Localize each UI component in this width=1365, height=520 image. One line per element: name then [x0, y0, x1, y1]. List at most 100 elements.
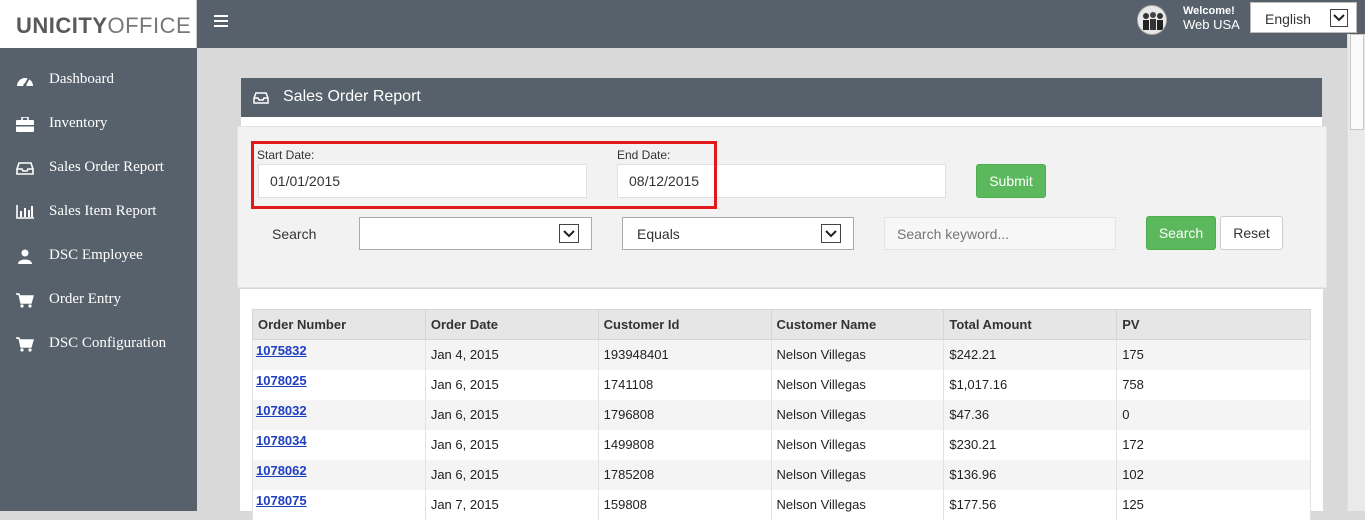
brand-logo: UNICITYOFFICE: [16, 13, 192, 38]
user-icon: [16, 248, 34, 264]
language-select[interactable]: English: [1250, 2, 1357, 33]
order-link[interactable]: 1078032: [256, 403, 307, 418]
sidebar-item-order-entry[interactable]: Order Entry: [0, 278, 197, 322]
sidebar-item-sales-order-report[interactable]: Sales Order Report: [0, 146, 197, 190]
end-date-input[interactable]: 08/12/2015: [617, 164, 946, 198]
column-header-order-number[interactable]: Order Number: [252, 309, 426, 340]
order-number-cell: 1075832: [252, 339, 426, 370]
sidebar-item-label: Order Entry: [49, 291, 122, 307]
user-name: Web USA: [1183, 17, 1240, 32]
customer-id-cell: 1741108: [597, 369, 772, 400]
page-title: Sales Order Report: [283, 88, 421, 105]
cart-icon: [16, 336, 34, 352]
sidebar-item-label: Sales Order Report: [49, 159, 164, 175]
order-number-cell: 1078032: [252, 399, 426, 430]
total-amount-cell: $242.21: [943, 339, 1118, 370]
search-button[interactable]: Search: [1146, 216, 1216, 250]
customer-id-cell: 159808: [597, 489, 772, 520]
order-link[interactable]: 1078075: [256, 493, 307, 508]
column-header-total-amount[interactable]: Total Amount: [943, 309, 1118, 340]
total-amount-cell: $177.56: [943, 489, 1118, 520]
order-link[interactable]: 1075832: [256, 343, 307, 358]
column-header-customer-name[interactable]: Customer Name: [770, 309, 945, 340]
pv-cell: 0: [1116, 399, 1311, 430]
page-scrollbar[interactable]: [1347, 34, 1365, 511]
sidebar-item-dashboard[interactable]: Dashboard: [0, 58, 197, 102]
customer-id-cell: 1796808: [597, 399, 772, 430]
customer-name-cell: Nelson Villegas: [770, 489, 945, 520]
column-header-pv[interactable]: PV: [1116, 309, 1311, 340]
sidebar-item-dsc-employee[interactable]: DSC Employee: [0, 234, 197, 278]
search-keyword-input[interactable]: [884, 217, 1116, 250]
order-date-cell: Jan 6, 2015: [424, 429, 599, 460]
sidebar-item-label: Dashboard: [49, 71, 114, 87]
order-number-cell: 1078062: [252, 459, 426, 490]
table-row: 1075832 Jan 4, 2015 193948401 Nelson Vil…: [252, 339, 1311, 370]
menu-toggle-icon[interactable]: [214, 15, 228, 27]
order-link[interactable]: 1078025: [256, 373, 307, 388]
filter-panel: [237, 126, 1327, 288]
top-header: Welcome! Web USA English: [197, 0, 1365, 48]
pv-cell: 758: [1116, 369, 1311, 400]
submit-button[interactable]: Submit: [976, 164, 1046, 198]
order-link[interactable]: 1078062: [256, 463, 307, 478]
avatar[interactable]: [1137, 5, 1167, 35]
chevron-down-icon: [821, 224, 841, 243]
language-value: English: [1265, 11, 1311, 27]
start-date-label: Start Date:: [257, 148, 315, 162]
cart-icon: [16, 292, 34, 308]
order-date-cell: Jan 4, 2015: [424, 339, 599, 370]
scrollbar-thumb[interactable]: [1350, 34, 1364, 130]
sidebar-item-label: Inventory: [49, 115, 108, 131]
end-date-label: End Date:: [617, 148, 671, 162]
customer-name-cell: Nelson Villegas: [770, 429, 945, 460]
table-row: 1078025 Jan 6, 2015 1741108 Nelson Ville…: [252, 369, 1311, 400]
chevron-down-icon: [559, 224, 579, 243]
inbox-icon: [253, 91, 269, 109]
order-number-cell: 1078034: [252, 429, 426, 460]
order-link[interactable]: 1078034: [256, 433, 307, 448]
sidebar-item-sales-item-report[interactable]: Sales Item Report: [0, 190, 197, 234]
search-label: Search: [272, 226, 317, 242]
order-number-cell: 1078075: [252, 489, 426, 520]
reset-button[interactable]: Reset: [1220, 216, 1283, 250]
customer-name-cell: Nelson Villegas: [770, 369, 945, 400]
customer-id-cell: 1499808: [597, 429, 772, 460]
table-row: 1078034 Jan 6, 2015 1499808 Nelson Ville…: [252, 429, 1311, 460]
sidebar-item-label: DSC Configuration: [49, 335, 167, 351]
customer-name-cell: Nelson Villegas: [770, 339, 945, 370]
sidebar-nav: Dashboard Inventory Sales Order Report S…: [0, 58, 197, 366]
dashboard-icon: [16, 72, 34, 88]
table-header-row: Order Number Order Date Customer Id Cust…: [252, 309, 1311, 340]
logo-area[interactable]: UNICITYOFFICE: [0, 0, 197, 48]
sidebar-item-dsc-configuration[interactable]: DSC Configuration: [0, 322, 197, 366]
total-amount-cell: $47.36: [943, 399, 1118, 430]
order-date-cell: Jan 6, 2015: [424, 399, 599, 430]
pv-cell: 102: [1116, 459, 1311, 490]
pv-cell: 125: [1116, 489, 1311, 520]
sidebar: UNICITYOFFICE Dashboard Inventory Sales …: [0, 0, 197, 511]
column-header-order-date[interactable]: Order Date: [424, 309, 599, 340]
table-row: 1078032 Jan 6, 2015 1796808 Nelson Ville…: [252, 399, 1311, 430]
operator-value: Equals: [637, 226, 680, 242]
results-area: Order Number Order Date Customer Id Cust…: [240, 289, 1323, 520]
inbox-icon: [16, 160, 34, 176]
chevron-down-icon: [1330, 9, 1348, 27]
sidebar-item-label: DSC Employee: [49, 247, 143, 263]
start-date-input[interactable]: 01/01/2015: [258, 164, 587, 198]
panel-header: Sales Order Report: [241, 78, 1322, 117]
pv-cell: 172: [1116, 429, 1311, 460]
search-field-select[interactable]: [359, 217, 592, 250]
welcome-text: Welcome!: [1183, 5, 1235, 17]
total-amount-cell: $136.96: [943, 459, 1118, 490]
total-amount-cell: $230.21: [943, 429, 1118, 460]
column-header-customer-id[interactable]: Customer Id: [597, 309, 772, 340]
order-date-cell: Jan 7, 2015: [424, 489, 599, 520]
bar-chart-icon: [16, 204, 34, 220]
customer-name-cell: Nelson Villegas: [770, 399, 945, 430]
order-number-cell: 1078025: [252, 369, 426, 400]
sidebar-item-inventory[interactable]: Inventory: [0, 102, 197, 146]
orders-table: Order Number Order Date Customer Id Cust…: [252, 309, 1311, 520]
order-date-cell: Jan 6, 2015: [424, 369, 599, 400]
operator-select[interactable]: Equals: [622, 217, 854, 250]
